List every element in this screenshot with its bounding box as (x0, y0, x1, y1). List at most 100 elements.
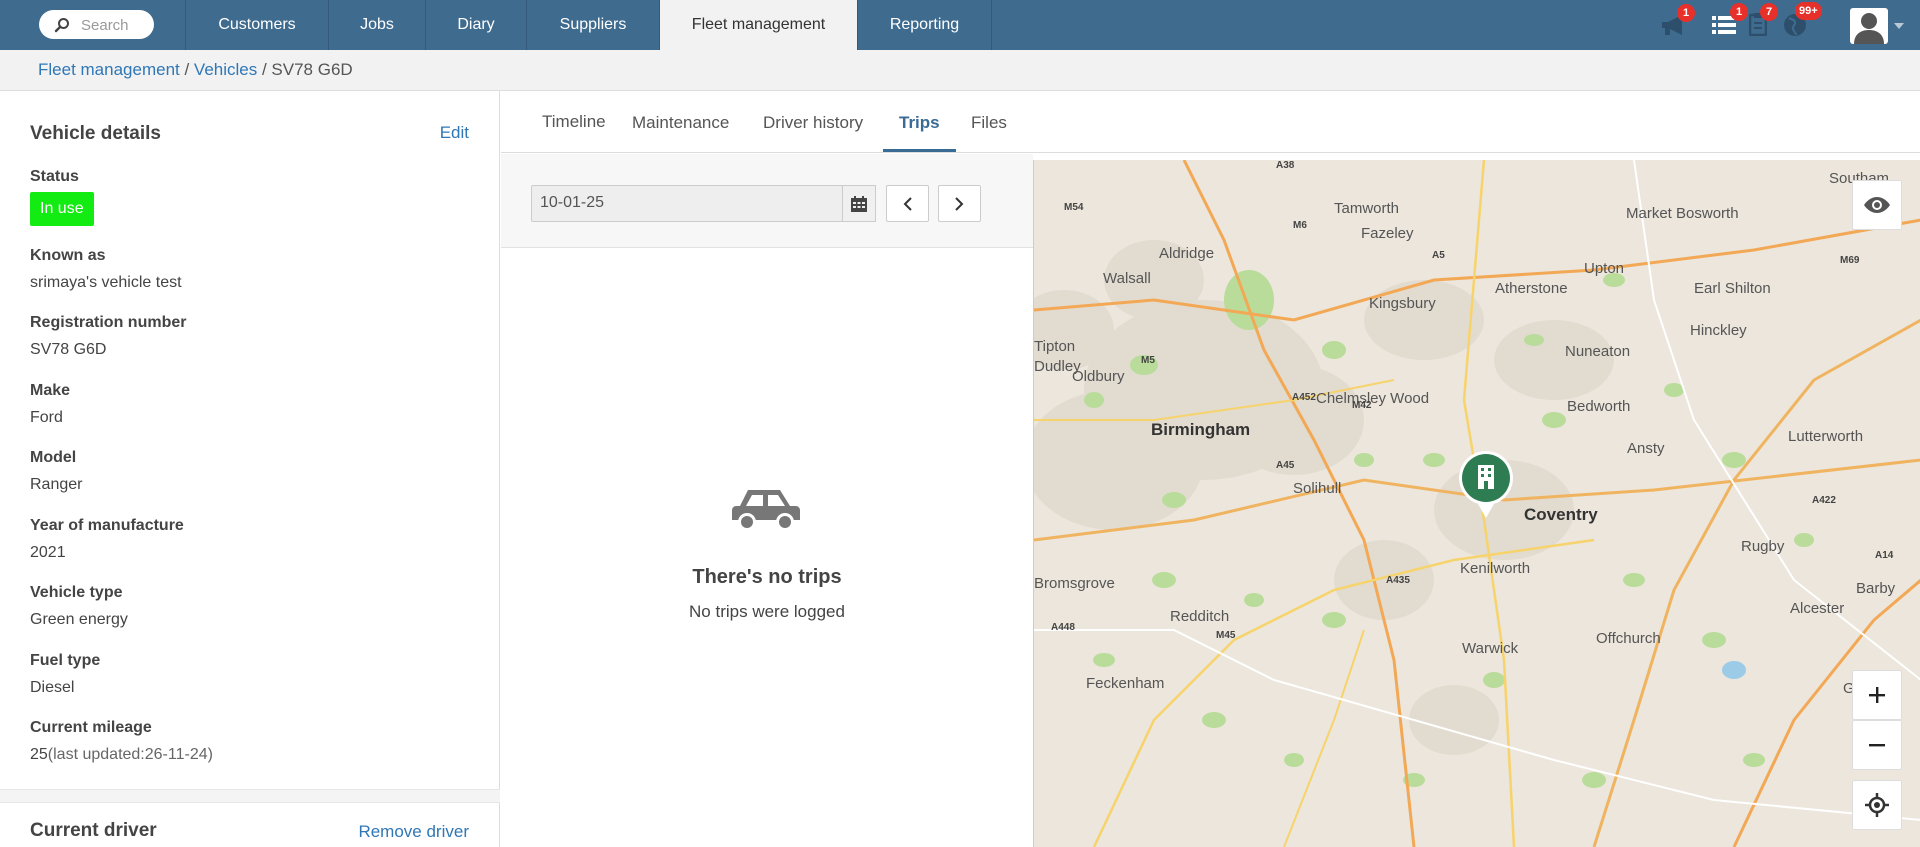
green-area (1702, 632, 1726, 648)
zoom-in-button[interactable] (1852, 670, 1902, 720)
map-town-label: Earl Shilton (1694, 280, 1771, 297)
building-pin-icon (1459, 451, 1513, 518)
green-area (1664, 383, 1684, 397)
fuel-type-value: Diesel (30, 679, 75, 696)
map-town-label: Nuneaton (1565, 343, 1631, 360)
status-label: Status (30, 168, 79, 185)
tab-timeline[interactable]: Timeline (542, 112, 606, 132)
remove-driver-link[interactable]: Remove driver (358, 822, 469, 842)
user-icon (1854, 13, 1884, 44)
clipboard-badge: 7 (1760, 3, 1778, 21)
vehicle-details-heading: Vehicle details (30, 123, 161, 144)
water-area (1722, 661, 1746, 679)
map-road-label: M5 (1141, 355, 1155, 366)
road (1633, 160, 1920, 681)
mileage-label: Current mileage (30, 719, 152, 736)
green-area (1524, 334, 1544, 346)
calendar-icon (851, 195, 867, 212)
mileage-value-row: 25(last updated:26-11-24) (30, 746, 213, 764)
green-area (1743, 753, 1765, 767)
edit-link[interactable]: Edit (440, 123, 469, 143)
green-area (1542, 412, 1566, 428)
map-road-label: A14 (1875, 550, 1894, 561)
map-road-label: M54 (1064, 202, 1084, 213)
map-town-label: Walsall (1103, 270, 1151, 287)
nav-jobs[interactable]: Jobs (328, 0, 425, 50)
avatar[interactable] (1850, 8, 1888, 44)
mileage-updated-note: (last updated:26-11-24) (47, 746, 213, 763)
year-field: Year of manufacture 2021 (30, 517, 184, 562)
nav-suppliers[interactable]: Suppliers (526, 0, 659, 50)
green-area (1582, 772, 1606, 788)
map-town-label: Alcester (1790, 600, 1845, 617)
search-icon (54, 18, 69, 33)
green-area (1152, 572, 1176, 588)
status-field: Status In use (30, 168, 94, 226)
green-area (1162, 492, 1186, 508)
vehicle-type-field: Vehicle type Green energy (30, 584, 128, 629)
mileage-value: 25 (30, 746, 48, 763)
map-road-label: A422 (1812, 495, 1836, 506)
date-input[interactable]: 10-01-25 (531, 185, 843, 222)
tab-files[interactable]: Files (971, 113, 1007, 133)
map-town-label: Lutterworth (1788, 428, 1864, 445)
map-town-label: Redditch (1170, 608, 1230, 625)
search-box[interactable]: Search (39, 10, 154, 39)
vehicle-type-value: Green energy (30, 611, 128, 628)
empty-subtitle: No trips were logged (689, 602, 845, 621)
map-town-label: Oldbury (1072, 368, 1125, 385)
current-driver-heading: Current driver (30, 820, 157, 841)
chevron-right-icon (955, 196, 964, 211)
road (1283, 629, 1365, 847)
map-town-label: Chelmsley Wood (1316, 390, 1430, 407)
map-town-label: Offchurch (1596, 630, 1661, 647)
map-town-label: Bromsgrove (1034, 575, 1115, 592)
make-field: Make Ford (30, 382, 70, 427)
nav-reporting[interactable]: Reporting (857, 0, 992, 50)
mileage-field: Current mileage 25(last updated:26-11-24… (30, 719, 213, 764)
green-area (1224, 270, 1274, 330)
known-as-label: Known as (30, 247, 106, 264)
year-value: 2021 (30, 544, 66, 561)
previous-day-button[interactable] (886, 185, 929, 222)
tab-maintenance[interactable]: Maintenance (632, 113, 729, 133)
urban-area (1364, 280, 1484, 360)
map-town-label: Feckenham (1086, 675, 1165, 692)
green-area (1322, 612, 1346, 628)
map-town-label: Bedworth (1567, 398, 1631, 415)
nav-fleet-management[interactable]: Fleet management (659, 0, 857, 50)
known-as-value: srimaya's vehicle test (30, 274, 182, 291)
map-town-label: Warwick (1462, 640, 1519, 657)
map-road-label: A45 (1276, 460, 1295, 471)
map-road-label: M6 (1293, 220, 1307, 231)
zoom-out-button[interactable] (1852, 720, 1902, 770)
vehicle-subtabs: Timeline Maintenance Driver history Trip… (501, 91, 1920, 153)
map-city-label: Coventry (1524, 505, 1598, 524)
chevron-down-icon[interactable] (1894, 23, 1904, 29)
breadcrumb-vehicles[interactable]: Vehicles (194, 60, 257, 79)
breadcrumb-fleet-management[interactable]: Fleet management (38, 60, 180, 79)
nav-diary[interactable]: Diary (425, 0, 526, 50)
map-town-label: Solihull (1293, 480, 1342, 497)
breadcrumb-separator: / (257, 60, 272, 79)
trip-map[interactable]: Birmingham Coventry Tamworth Market Boswort… (1033, 160, 1920, 847)
location-pin[interactable] (1458, 450, 1514, 520)
tab-trips[interactable]: Trips (899, 113, 940, 133)
model-field: Model Ranger (30, 449, 82, 494)
calendar-button[interactable] (842, 185, 876, 222)
toggle-visibility-button[interactable] (1852, 180, 1902, 230)
registration-field: Registration number SV78 G6D (30, 314, 186, 359)
next-day-button[interactable] (938, 185, 981, 222)
registration-label: Registration number (30, 314, 187, 331)
map-road-label: M45 (1216, 630, 1236, 641)
nav-customers[interactable]: Customers (185, 0, 328, 50)
map-town-label: Barby (1856, 580, 1896, 597)
green-area (1483, 672, 1505, 688)
model-value: Ranger (30, 476, 83, 493)
urban-area (1334, 540, 1434, 620)
map-town-label: Tamworth (1334, 200, 1400, 217)
map-road-label: A448 (1051, 622, 1075, 633)
tab-driver-history[interactable]: Driver history (763, 113, 863, 133)
map-town-label: Atherstone (1495, 280, 1568, 297)
locate-button[interactable] (1852, 780, 1902, 830)
